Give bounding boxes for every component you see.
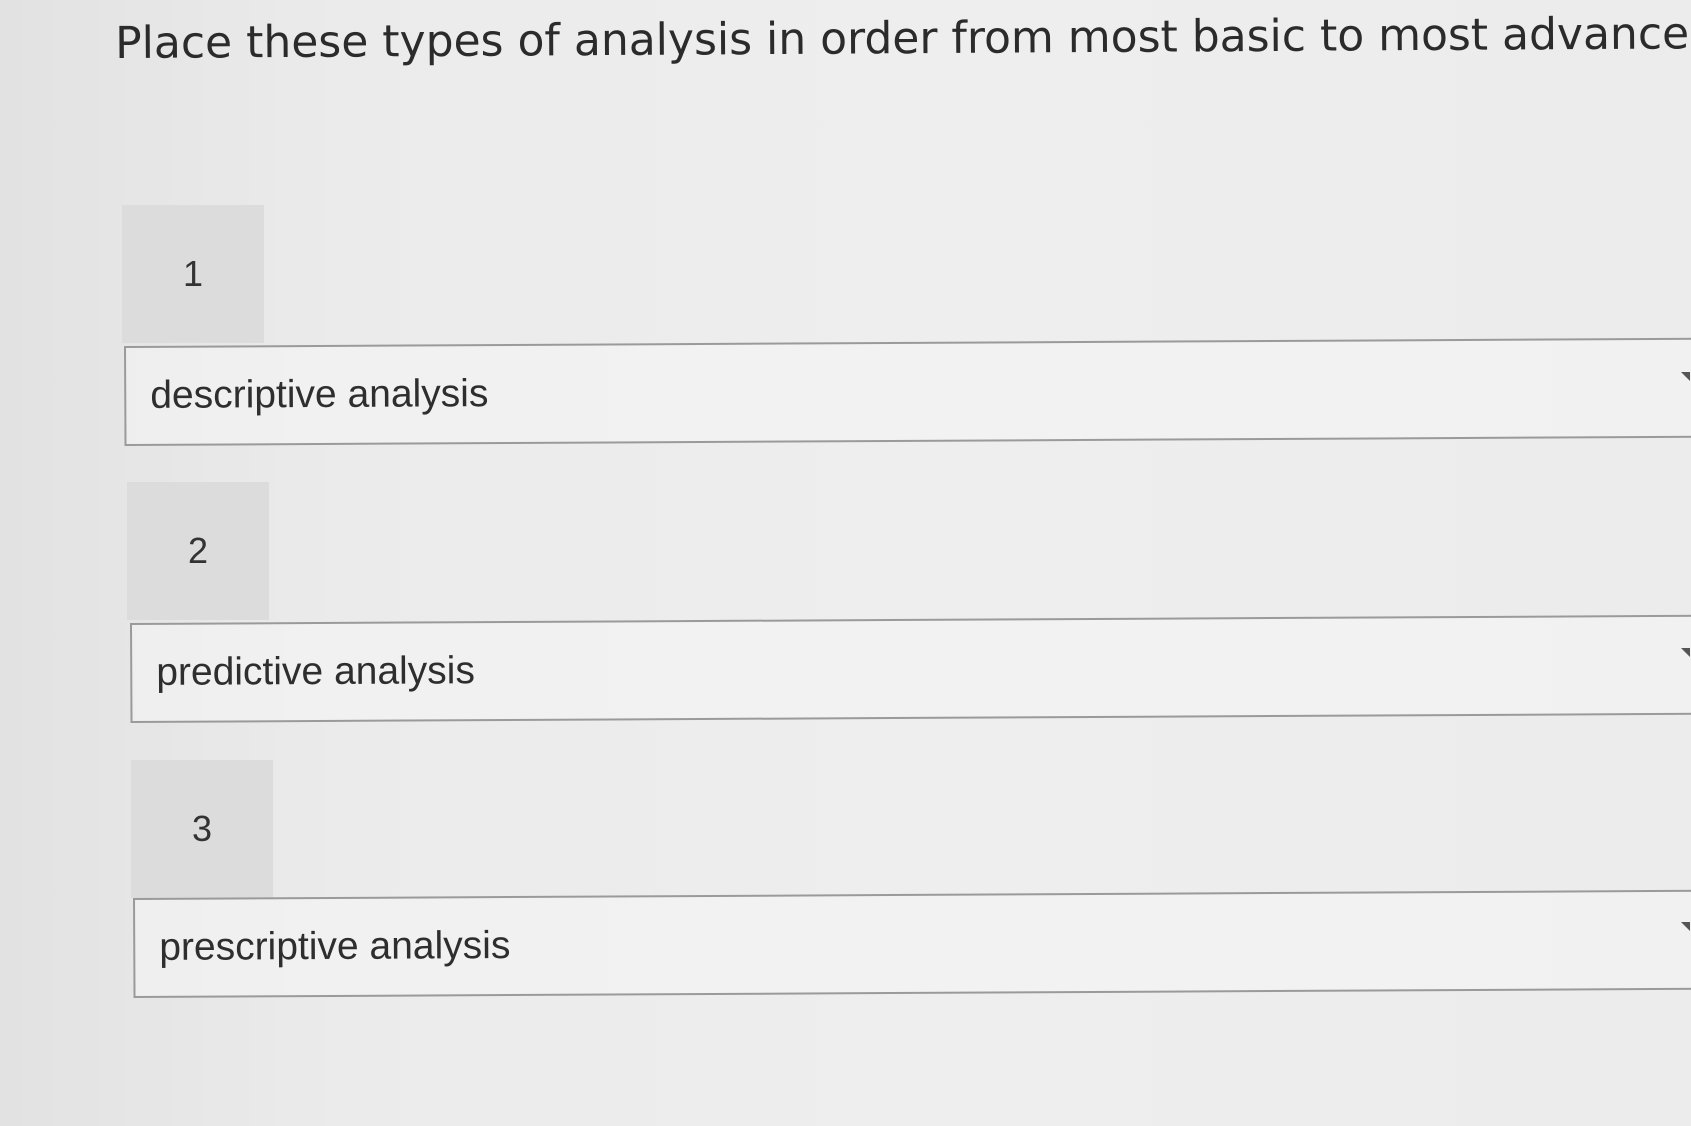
question-prompt: Place these types of analysis in order f… — [115, 8, 1691, 69]
answer-slot-1[interactable]: descriptive analysis — [124, 337, 1691, 446]
answer-slot-3[interactable]: prescriptive analysis — [133, 889, 1691, 998]
chevron-down-icon[interactable] — [1681, 648, 1690, 657]
answer-text-1: descriptive analysis — [150, 372, 489, 417]
rank-label-3: 3 — [131, 760, 273, 898]
rank-label-2: 2 — [127, 482, 269, 620]
chevron-down-icon[interactable] — [1681, 372, 1690, 381]
ordering-question-page: Place these types of analysis in order f… — [0, 0, 1691, 1126]
rank-label-1: 1 — [122, 205, 264, 343]
answer-text-3: prescriptive analysis — [159, 924, 511, 969]
answer-text-2: predictive analysis — [156, 649, 476, 694]
chevron-down-icon[interactable] — [1681, 922, 1690, 931]
answer-slot-2[interactable]: predictive analysis — [130, 614, 1691, 723]
